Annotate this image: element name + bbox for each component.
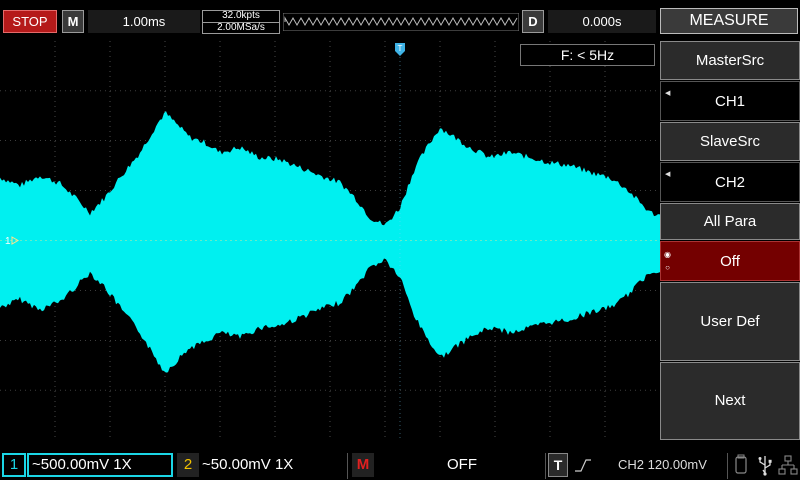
menu-title: MEASURE bbox=[660, 8, 798, 34]
waveform-display: T 1 bbox=[0, 41, 660, 440]
slave-src-value[interactable]: CH2 ◀ bbox=[660, 162, 800, 202]
trigger-badge[interactable]: T bbox=[548, 453, 568, 477]
all-para-value-label: Off bbox=[720, 253, 740, 270]
frequency-readout: F: < 5Hz bbox=[520, 44, 655, 66]
ch1-badge[interactable]: 1 bbox=[2, 453, 26, 477]
bottom-status-bar: 1 ~500.00mV 1X 2 ~50.00mV 1X M OFF T CH2… bbox=[0, 441, 800, 480]
rising-edge-icon bbox=[575, 459, 591, 472]
user-def-button[interactable]: User Def bbox=[660, 282, 800, 361]
math-badge[interactable]: M bbox=[352, 453, 374, 477]
delay-readout[interactable]: 0.000s bbox=[548, 10, 656, 33]
ch1-marker-label: 1 bbox=[5, 236, 11, 247]
menu-arrow-icon: ◀ bbox=[665, 90, 671, 97]
horizontal-badge[interactable]: M bbox=[62, 10, 84, 33]
slave-src-value-label: CH2 bbox=[714, 174, 745, 191]
all-para-button[interactable]: All Para bbox=[660, 203, 800, 240]
menu-arrow-icon: ◀ bbox=[665, 171, 671, 178]
timebase-readout[interactable]: 1.00ms bbox=[88, 10, 200, 33]
next-button[interactable]: Next bbox=[660, 362, 800, 440]
all-para-value[interactable]: ◉ ○ Off bbox=[660, 241, 800, 281]
divider bbox=[347, 453, 348, 479]
memory-depth: 32.0kpts bbox=[222, 10, 260, 21]
divider bbox=[545, 453, 546, 479]
math-state[interactable]: OFF bbox=[378, 453, 546, 477]
ch2-badge[interactable]: 2 bbox=[177, 453, 199, 477]
sample-rate: 2.00MSa/s bbox=[217, 22, 265, 33]
trigger-info[interactable]: CH2 120.00mV bbox=[618, 453, 707, 477]
slave-src-button[interactable]: SlaveSrc bbox=[660, 122, 800, 161]
trigger-marker-label: T bbox=[398, 44, 403, 53]
top-status-bar: STOP M 1.00ms 32.0kpts 2.00MSa/s D 0.000… bbox=[0, 0, 800, 40]
waveform-screen[interactable]: T 1 F: < 5Hz bbox=[0, 41, 660, 440]
run-stop-button[interactable]: STOP bbox=[3, 10, 57, 33]
master-src-value[interactable]: CH1 ◀ bbox=[660, 81, 800, 121]
divider bbox=[727, 453, 728, 479]
acquisition-info: 32.0kpts 2.00MSa/s bbox=[202, 10, 280, 34]
network-icon bbox=[778, 455, 798, 475]
usb-icon bbox=[758, 456, 772, 476]
usb-drive-icon bbox=[735, 454, 747, 474]
memory-strip-icon bbox=[283, 13, 519, 31]
master-src-value-label: CH1 bbox=[714, 93, 745, 110]
master-src-button[interactable]: MasterSrc bbox=[660, 41, 800, 80]
ch2-settings[interactable]: ~50.00mV 1X bbox=[202, 453, 342, 477]
radio-icon: ◉ ○ bbox=[664, 250, 671, 272]
ch1-settings[interactable]: ~500.00mV 1X bbox=[27, 453, 173, 477]
delay-badge[interactable]: D bbox=[522, 10, 544, 33]
measure-menu: MasterSrc CH1 ◀ SlaveSrc CH2 ◀ All Para … bbox=[660, 41, 800, 440]
